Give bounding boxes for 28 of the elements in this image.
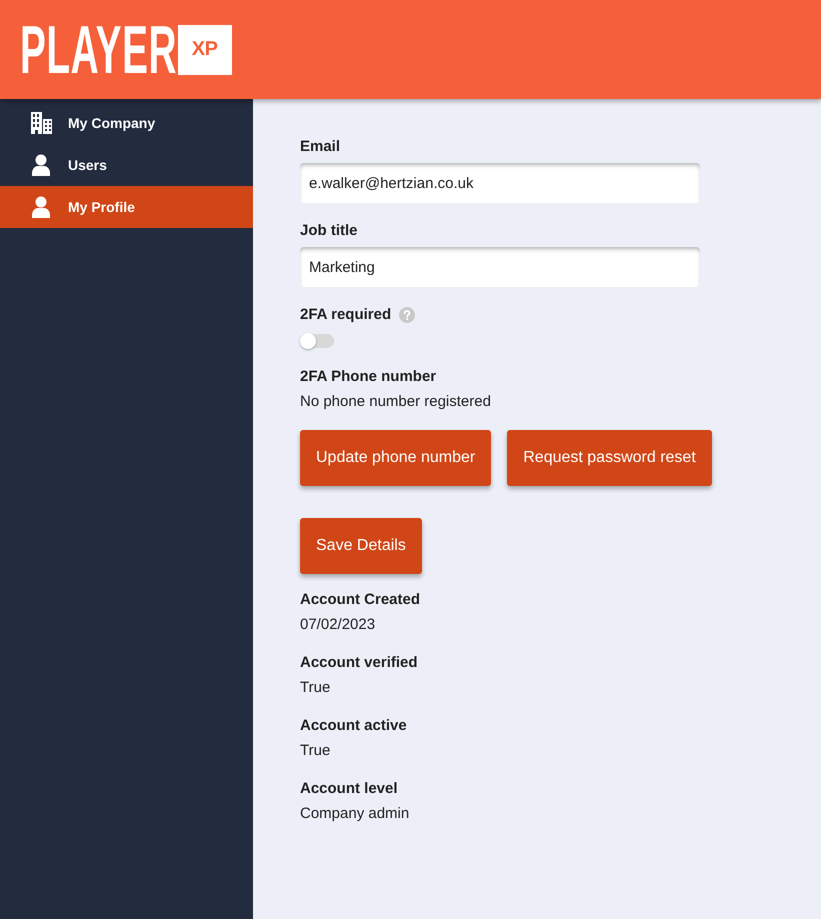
detail-value: True [300, 678, 330, 698]
save-button[interactable]: Save Details [300, 518, 422, 574]
detail-label: Account Created [300, 590, 420, 610]
detail-label: Account active [300, 716, 407, 736]
logo-text: PLAYER [20, 24, 178, 74]
toggle-switch[interactable] [300, 333, 334, 349]
person-icon [30, 154, 52, 176]
detail-value: True [300, 741, 330, 761]
detail-value: Company admin [300, 804, 410, 824]
field-label: 2FA Phone number [300, 367, 436, 387]
sidebar-item[interactable]: My Company [0, 102, 253, 144]
help-icon[interactable] [399, 307, 416, 323]
logo-badge: XP [178, 24, 232, 74]
input-field[interactable]: Marketing [300, 247, 700, 287]
sidebar-item[interactable]: My Profile [0, 186, 253, 228]
detail-value: 07/02/2023 [300, 615, 376, 635]
sidebar-item[interactable]: Users [0, 144, 253, 186]
person-icon [30, 196, 52, 218]
input-field[interactable]: e.walker@hertzian.co.uk [300, 163, 700, 203]
field-label: 2FA required [300, 305, 392, 325]
field-label: Email [300, 137, 340, 157]
action-button[interactable]: Update phone number [300, 430, 492, 486]
field-label: Job title [300, 221, 358, 241]
detail-label: Account verified [300, 653, 418, 673]
action-button[interactable]: Request password reset [507, 430, 712, 486]
detail-label: Account level [300, 779, 398, 799]
field-value: No phone number registered [300, 392, 491, 412]
building-icon [30, 112, 52, 134]
